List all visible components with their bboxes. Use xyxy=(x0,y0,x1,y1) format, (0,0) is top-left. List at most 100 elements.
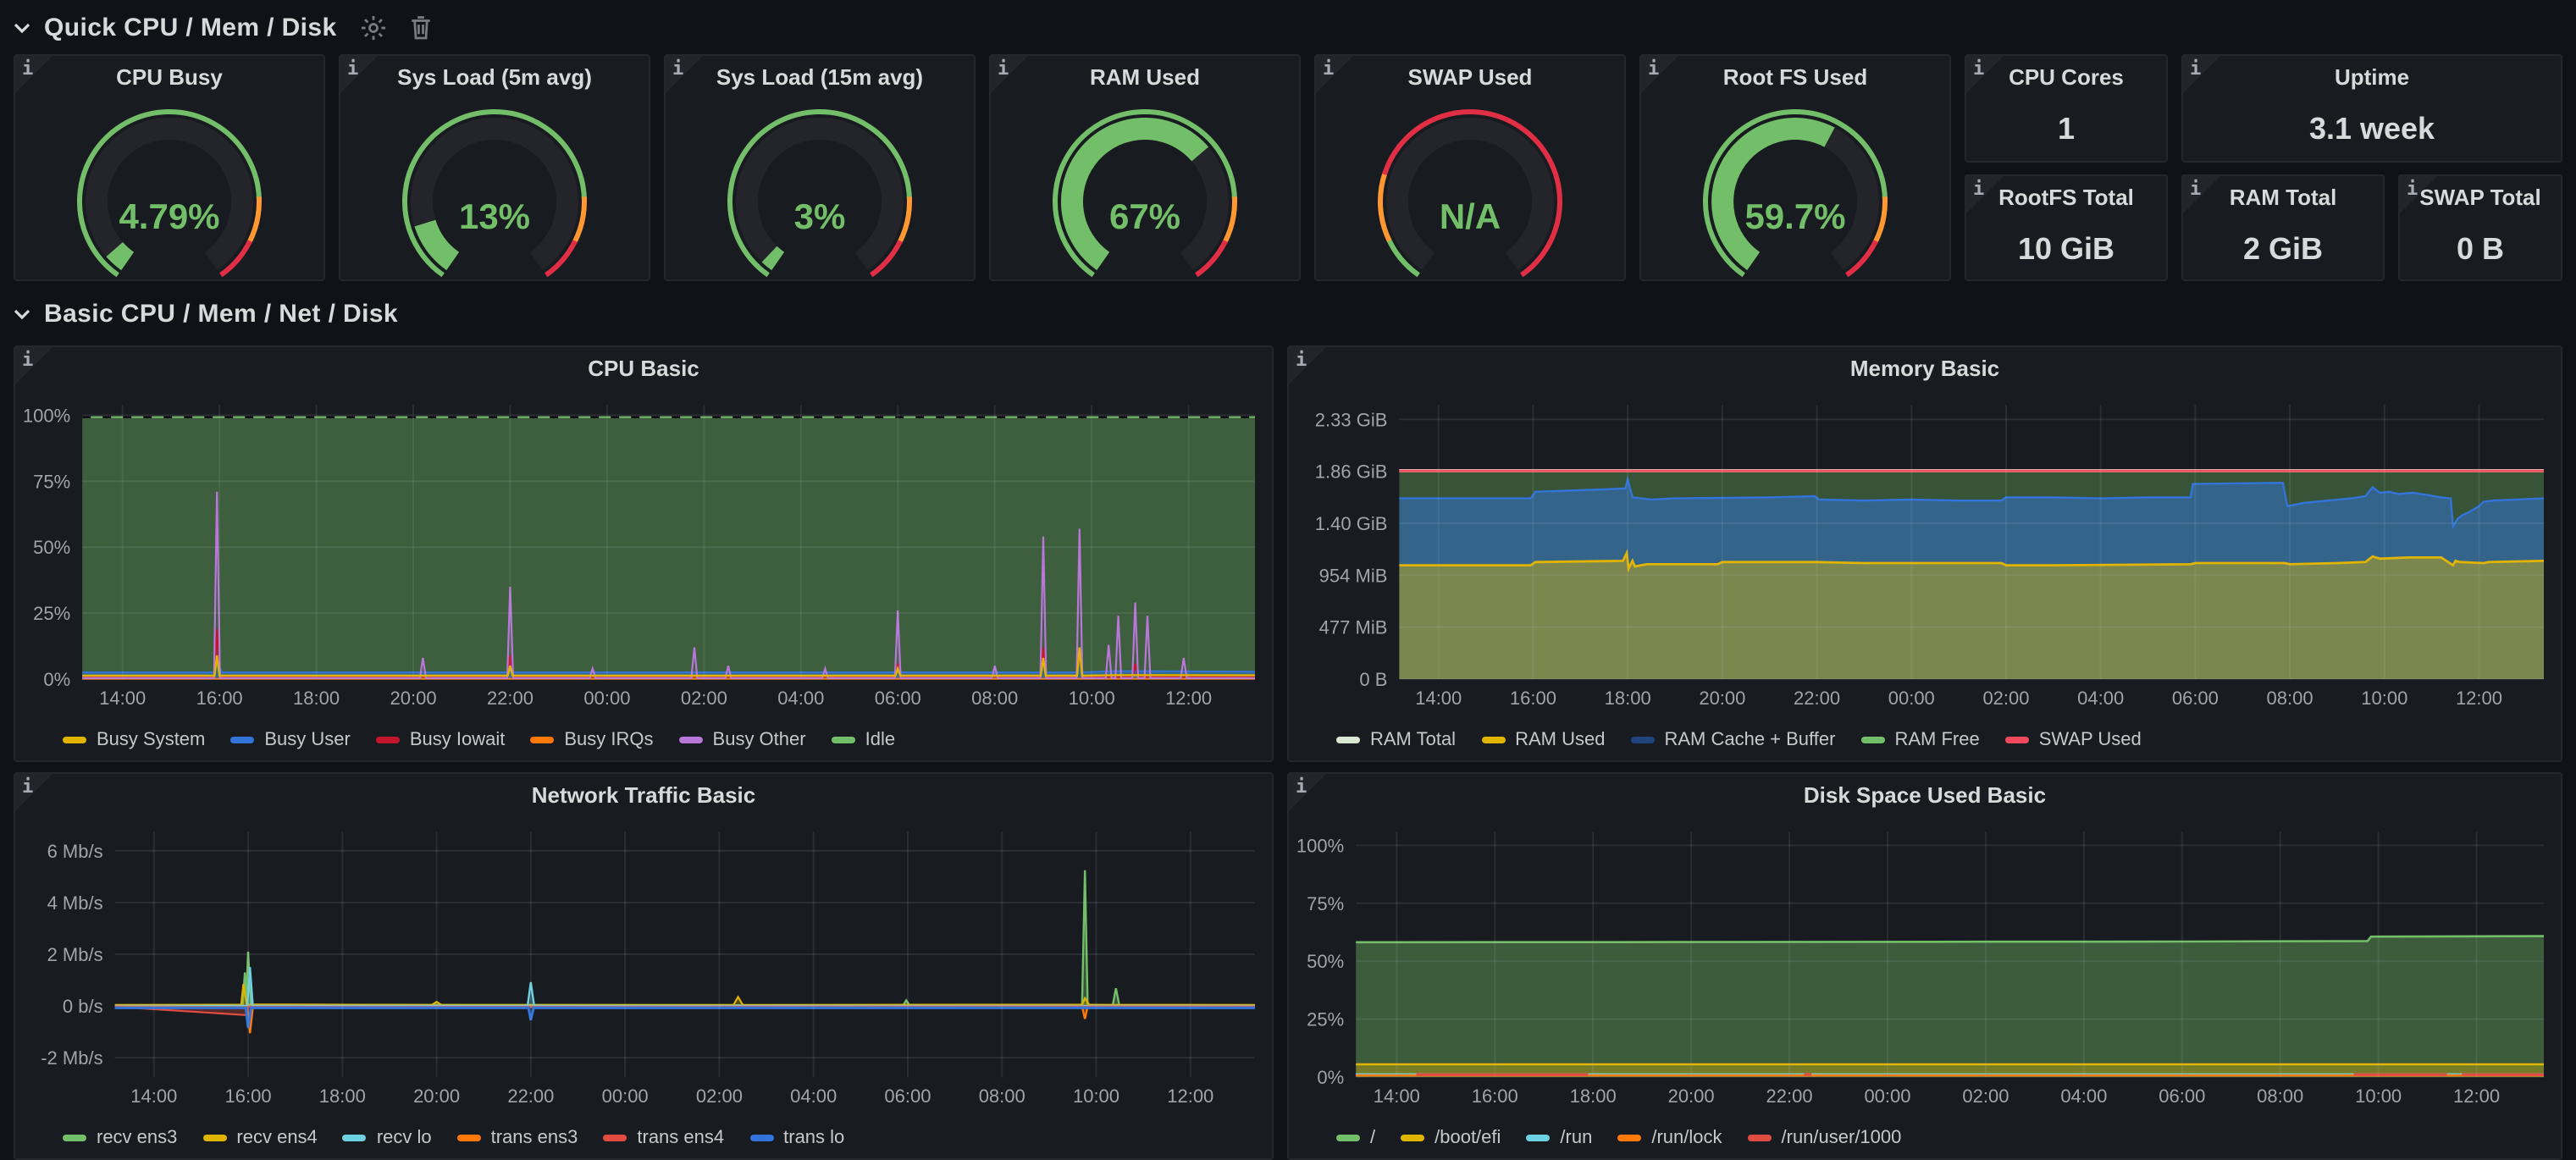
legend-item--[interactable]: / xyxy=(1336,1128,1375,1148)
row-title[interactable]: Quick CPU / Mem / Disk xyxy=(44,13,337,41)
x-tick-label: 16:00 xyxy=(1510,688,1556,709)
x-tick-label: 20:00 xyxy=(1668,1085,1715,1107)
y-tick-label: 25% xyxy=(33,603,70,624)
gauge-value: 67% xyxy=(991,198,1299,239)
panel-info-icon[interactable]: i xyxy=(15,774,53,811)
legend-item-ram-free[interactable]: RAM Free xyxy=(1860,730,1979,750)
legend-swatch xyxy=(1401,1135,1424,1141)
panel-info-icon[interactable]: i xyxy=(2400,176,2437,213)
legend-swatch xyxy=(1860,737,1884,743)
legend-item-swap-used[interactable]: SWAP Used xyxy=(2005,730,2142,750)
panel-info-icon[interactable]: i xyxy=(2183,56,2220,93)
panel-info-icon[interactable]: i xyxy=(991,56,1028,93)
gauge-track xyxy=(97,129,242,261)
row-header-quick[interactable]: Quick CPU / Mem / Disk xyxy=(14,5,432,49)
y-tick-label: 2.33 GiB xyxy=(1315,409,1388,430)
series-fill-ram-used-top xyxy=(1399,553,2544,679)
legend-item-recv-ens4[interactable]: recv ens4 xyxy=(202,1128,317,1148)
legend-label: Busy User xyxy=(264,730,351,750)
panel-title[interactable]: RAM Used xyxy=(991,64,1299,90)
cpu-basic-legend: Busy System Busy User Busy Iowait Busy IRQs… xyxy=(63,730,895,750)
legend-label: RAM Cache + Buffer xyxy=(1664,730,1835,750)
legend-label: recv ens3 xyxy=(97,1128,177,1148)
panel-info-icon[interactable]: i xyxy=(1289,347,1326,384)
x-tick-label: 04:00 xyxy=(790,1085,837,1107)
panel-info-icon[interactable]: i xyxy=(340,56,378,93)
panel-title[interactable]: Memory Basic xyxy=(1289,356,2561,381)
x-tick-label: 14:00 xyxy=(1374,1085,1420,1107)
legend-item-trans-lo[interactable]: trans lo xyxy=(749,1128,844,1148)
panel-info-icon[interactable]: i xyxy=(1966,176,2004,213)
legend-swatch xyxy=(202,1135,226,1141)
row-title[interactable]: Basic CPU / Mem / Net / Disk xyxy=(44,299,398,328)
disk-space-plot[interactable]: 0%25%50%75%100%14:0016:0018:0020:0022:00… xyxy=(1292,818,2561,1111)
legend-swatch xyxy=(1748,1135,1772,1141)
legend-item-busy-irqs[interactable]: Busy IRQs xyxy=(530,730,653,750)
legend-item-trans-ens3[interactable]: trans ens3 xyxy=(457,1128,578,1148)
legend-item-busy-other[interactable]: Busy Other xyxy=(679,730,806,750)
legend-label: / xyxy=(1370,1128,1375,1148)
legend-item-busy-system[interactable]: Busy System xyxy=(63,730,205,750)
chevron-down-icon[interactable] xyxy=(14,22,30,34)
legend-item-recv-lo[interactable]: recv lo xyxy=(343,1128,432,1148)
panel-title[interactable]: SWAP Used xyxy=(1316,64,1624,90)
legend-swatch xyxy=(63,737,86,743)
row-delete-button[interactable] xyxy=(410,14,432,40)
legend-item-idle[interactable]: Idle xyxy=(832,730,896,750)
legend-label: RAM Total xyxy=(1370,730,1456,750)
y-tick-label: 0% xyxy=(1317,1067,1344,1088)
cpu-basic-plot[interactable]: 0%25%50%75%100%14:0016:0018:0020:0022:00… xyxy=(19,391,1272,713)
panel-title[interactable]: Uptime xyxy=(2183,64,2561,90)
legend-swatch xyxy=(343,1135,367,1141)
panel-title[interactable]: Sys Load (5m avg) xyxy=(340,64,649,90)
legend-item-busy-user[interactable]: Busy User xyxy=(230,730,351,750)
panel-title[interactable]: Disk Space Used Basic xyxy=(1289,782,2561,808)
gauge-arc xyxy=(1001,97,1289,279)
legend-swatch xyxy=(603,1135,627,1141)
panel-title[interactable]: CPU Basic xyxy=(15,356,1272,381)
legend-swatch xyxy=(2005,737,2029,743)
panel-info-icon[interactable]: i xyxy=(666,56,703,93)
x-tick-label: 14:00 xyxy=(1415,688,1462,709)
legend-item-ram-used[interactable]: RAM Used xyxy=(1481,730,1605,750)
chevron-down-icon[interactable] xyxy=(14,308,30,320)
panel-info-icon[interactable]: i xyxy=(1966,56,2004,93)
x-tick-label: 16:00 xyxy=(225,1085,272,1107)
legend-item--boot-efi[interactable]: /boot/efi xyxy=(1401,1128,1501,1148)
panel-info-icon[interactable]: i xyxy=(15,347,53,384)
row-settings-button[interactable] xyxy=(361,14,386,40)
stat-value: 0 B xyxy=(2400,231,2561,267)
x-tick-label: 22:00 xyxy=(507,1085,554,1107)
panel-title[interactable]: Network Traffic Basic xyxy=(15,782,1272,808)
row-header-basic[interactable]: Basic CPU / Mem / Net / Disk xyxy=(14,291,398,335)
panel-sys-load-15m: i Sys Load (15m avg) 3% xyxy=(664,54,976,281)
gauge-value: 3% xyxy=(666,198,974,239)
y-tick-label: 50% xyxy=(1307,951,1344,972)
legend-item--run-lock[interactable]: /run/lock xyxy=(1617,1128,1722,1148)
x-tick-label: 06:00 xyxy=(2172,688,2219,709)
panel-title[interactable]: Sys Load (15m avg) xyxy=(666,64,974,90)
legend-item-recv-ens3[interactable]: recv ens3 xyxy=(63,1128,177,1148)
series-fill-trans-ens3 xyxy=(115,1006,1255,1033)
panel-info-icon[interactable]: i xyxy=(1289,774,1326,811)
panel-sys-load-5m: i Sys Load (5m avg) 13% xyxy=(339,54,650,281)
panel-info-icon[interactable]: i xyxy=(1641,56,1678,93)
panel-swap-total: i SWAP Total 0 B xyxy=(2398,174,2562,281)
gauge-fill xyxy=(770,254,778,261)
legend-item-ram-cache-buffer[interactable]: RAM Cache + Buffer xyxy=(1630,730,1835,750)
legend-item-busy-iowait[interactable]: Busy Iowait xyxy=(376,730,506,750)
panel-title[interactable]: CPU Busy xyxy=(15,64,323,90)
legend-item-trans-ens4[interactable]: trans ens4 xyxy=(603,1128,724,1148)
panel-info-icon[interactable]: i xyxy=(1316,56,1353,93)
legend-label: Idle xyxy=(865,730,896,750)
network-traffic-plot[interactable]: -2 Mb/s0 b/s2 Mb/s4 Mb/s6 Mb/s14:0016:00… xyxy=(19,818,1272,1111)
legend-label: /run xyxy=(1560,1128,1592,1148)
memory-basic-plot[interactable]: 0 B477 MiB954 MiB1.40 GiB1.86 GiB2.33 Gi… xyxy=(1292,391,2561,713)
legend-item-ram-total[interactable]: RAM Total xyxy=(1336,730,1456,750)
panel-title[interactable]: Root FS Used xyxy=(1641,64,1949,90)
legend-item--run-user-1000[interactable]: /run/user/1000 xyxy=(1748,1128,1902,1148)
panel-info-icon[interactable]: i xyxy=(2183,176,2220,213)
x-tick-label: 20:00 xyxy=(390,688,437,709)
legend-item--run[interactable]: /run xyxy=(1526,1128,1592,1148)
panel-info-icon[interactable]: i xyxy=(15,56,53,93)
